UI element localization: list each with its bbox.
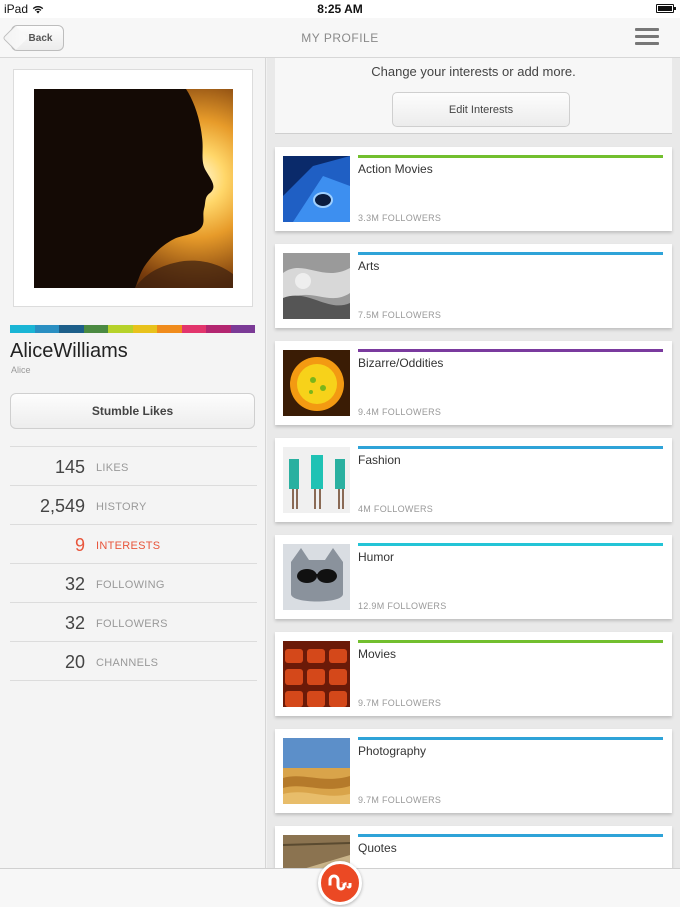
stat-label: HISTORY bbox=[96, 501, 147, 513]
color-strip-segment bbox=[34, 325, 59, 333]
stat-label: CHANNELS bbox=[96, 657, 159, 669]
stat-row-history[interactable]: 2,549 HISTORY bbox=[10, 486, 257, 525]
interest-name: Quotes bbox=[358, 841, 397, 855]
interest-card[interactable]: Humor 12.9M FOLLOWERS bbox=[275, 535, 672, 619]
color-strip-segment bbox=[59, 325, 84, 333]
silhouette-image bbox=[34, 89, 233, 288]
stat-value: 145 bbox=[54, 457, 85, 477]
bottom-bar bbox=[0, 861, 680, 907]
user-name: AliceWilliams bbox=[10, 340, 128, 362]
profile-sidebar: AliceWilliams Alice Stumble Likes 145 LIK… bbox=[0, 58, 266, 868]
color-strip-segment bbox=[132, 325, 157, 333]
interest-accent-bar bbox=[358, 155, 663, 158]
hamburger-menu-icon[interactable] bbox=[635, 28, 659, 46]
nav-bar: Back MY PROFILE bbox=[0, 18, 680, 58]
stat-row-interests[interactable]: 9 INTERESTS bbox=[10, 525, 257, 564]
interest-followers: 4M FOLLOWERS bbox=[358, 504, 434, 514]
interest-followers: 9.7M FOLLOWERS bbox=[358, 795, 442, 805]
interest-accent-bar bbox=[358, 252, 663, 255]
fashion-thumbnail bbox=[283, 447, 350, 513]
interests-caption: Change your interests or add more. bbox=[371, 64, 576, 79]
color-strip-segment bbox=[230, 325, 255, 333]
profile-stats-list: 145 LIKES 2,549 HISTORY 9 INTERESTS 32 FOLLOWIN… bbox=[10, 446, 257, 681]
interests-panel: Change your interests or add more. Edit … bbox=[267, 58, 680, 868]
bizarre-thumbnail bbox=[283, 350, 350, 416]
action-movies-thumbnail bbox=[283, 156, 350, 222]
stat-value: 32 bbox=[64, 613, 85, 633]
interest-name: Humor bbox=[358, 550, 395, 564]
interest-name: Movies bbox=[358, 647, 397, 661]
stumbleupon-logo-icon[interactable] bbox=[318, 861, 362, 905]
interest-name: Action Movies bbox=[358, 162, 433, 176]
color-strip-segment bbox=[206, 325, 231, 333]
interest-color-strip bbox=[10, 325, 255, 333]
interest-card[interactable]: Bizarre/Oddities 9.4M FOLLOWERS bbox=[275, 341, 672, 425]
stat-value: 32 bbox=[64, 574, 85, 594]
interest-accent-bar bbox=[358, 834, 663, 837]
user-handle: Alice bbox=[11, 365, 31, 375]
interest-card[interactable]: Action Movies 3.3M FOLLOWERS bbox=[275, 147, 672, 231]
color-strip-segment bbox=[108, 325, 133, 333]
color-strip-segment bbox=[83, 325, 108, 333]
interest-accent-bar bbox=[358, 543, 663, 546]
interest-accent-bar bbox=[358, 640, 663, 643]
stat-label: FOLLOWERS bbox=[96, 618, 168, 630]
interest-card[interactable]: Arts 7.5M FOLLOWERS bbox=[275, 244, 672, 328]
interest-name: Arts bbox=[358, 259, 380, 273]
interest-name: Bizarre/Oddities bbox=[358, 356, 444, 370]
stat-label: INTERESTS bbox=[96, 540, 161, 552]
color-strip-segment bbox=[181, 325, 206, 333]
interest-card[interactable]: Movies 9.7M FOLLOWERS bbox=[275, 632, 672, 716]
stat-row-followers[interactable]: 32 FOLLOWERS bbox=[10, 603, 257, 642]
interest-followers: 9.7M FOLLOWERS bbox=[358, 698, 442, 708]
color-strip-segment bbox=[10, 325, 35, 333]
interest-card[interactable]: Fashion 4M FOLLOWERS bbox=[275, 438, 672, 522]
edit-interests-button[interactable]: Edit Interests bbox=[392, 92, 570, 127]
stat-label: FOLLOWING bbox=[96, 579, 165, 591]
battery-icon bbox=[656, 4, 676, 13]
stat-value: 20 bbox=[64, 652, 85, 672]
interest-name: Fashion bbox=[358, 453, 401, 467]
stat-row-following[interactable]: 32 FOLLOWING bbox=[10, 564, 257, 603]
stat-value: 9 bbox=[74, 535, 85, 555]
interest-accent-bar bbox=[358, 446, 663, 449]
interest-accent-bar bbox=[358, 737, 663, 740]
back-button-label: Back bbox=[28, 32, 53, 44]
arts-thumbnail bbox=[283, 253, 350, 319]
profile-photo-frame bbox=[13, 69, 253, 307]
interest-followers: 3.3M FOLLOWERS bbox=[358, 213, 442, 223]
photography-thumbnail bbox=[283, 738, 350, 804]
interest-followers: 7.5M FOLLOWERS bbox=[358, 310, 442, 320]
avatar[interactable] bbox=[34, 89, 233, 288]
edit-interests-area: Change your interests or add more. Edit … bbox=[275, 58, 672, 134]
clock: 8:25 AM bbox=[317, 2, 363, 16]
interest-accent-bar bbox=[358, 349, 663, 352]
page-title: MY PROFILE bbox=[301, 31, 379, 45]
stat-label: LIKES bbox=[96, 462, 129, 474]
interest-followers: 9.4M FOLLOWERS bbox=[358, 407, 442, 417]
interest-followers: 12.9M FOLLOWERS bbox=[358, 601, 447, 611]
movies-thumbnail bbox=[283, 641, 350, 707]
humor-thumbnail bbox=[283, 544, 350, 610]
stat-row-channels[interactable]: 20 CHANNELS bbox=[10, 642, 257, 681]
status-bar: iPad 8:25 AM bbox=[0, 0, 680, 18]
stumble-likes-button[interactable]: Stumble Likes bbox=[10, 393, 255, 429]
interest-card[interactable]: Photography 9.7M FOLLOWERS bbox=[275, 729, 672, 813]
stat-value: 2,549 bbox=[39, 496, 85, 516]
stat-row-likes[interactable]: 145 LIKES bbox=[10, 447, 257, 486]
interest-name: Photography bbox=[358, 744, 427, 758]
color-strip-segment bbox=[157, 325, 182, 333]
